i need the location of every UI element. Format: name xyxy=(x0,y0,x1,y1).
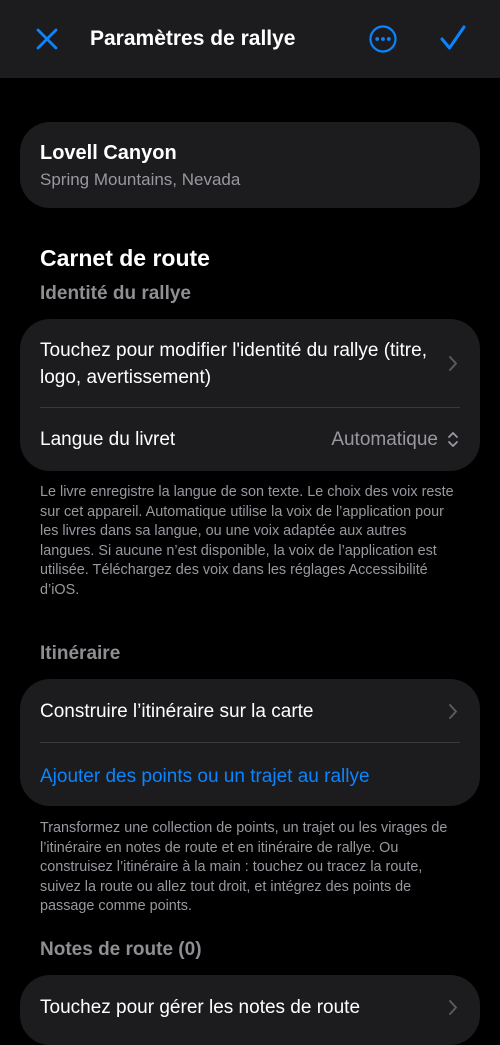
nav-title: Paramètres de rallye xyxy=(90,27,296,50)
identity-card: Touchez pour modifier l'identité du rall… xyxy=(20,319,480,471)
itinerary-card: Construire l’itinéraire sur la carte Ajo… xyxy=(20,679,480,806)
itinerary-footnote: Transformez une collection de points, un… xyxy=(40,820,448,914)
location-card[interactable]: Lovell Canyon Spring Mountains, Nevada xyxy=(20,122,480,208)
add-points-link[interactable]: Ajouter des points ou un trajet au rally… xyxy=(40,763,370,790)
route-notes-section-header: Notes de route (0) xyxy=(40,939,202,960)
booklet-language-value: Automatique xyxy=(331,429,438,450)
itinerary-section-header: Itinéraire xyxy=(40,643,121,664)
checkmark-icon[interactable] xyxy=(437,22,469,54)
location-name: Lovell Canyon xyxy=(40,142,177,164)
chevron-right-icon xyxy=(449,704,457,719)
xmark-icon[interactable] xyxy=(33,25,61,53)
chevron-right-icon xyxy=(449,356,457,371)
identity-section-header: Identité du rallye xyxy=(40,283,191,304)
navigation-bar: Paramètres de rallye xyxy=(0,0,500,78)
roadbook-title: Carnet de route xyxy=(40,245,210,271)
manage-route-notes-label: Touchez pour gérer les notes de route xyxy=(40,997,361,1018)
build-itinerary-label: Construire l’itinéraire sur la carte xyxy=(40,701,314,722)
booklet-language-label: Langue du livret xyxy=(40,429,176,450)
edit-identity-label: Touchez pour modifier l'identité du rall… xyxy=(40,340,427,388)
chevron-up-down-icon xyxy=(448,432,458,447)
manage-route-notes-row[interactable]: Touchez pour gérer les notes de route xyxy=(20,975,480,1045)
location-region: Spring Mountains, Nevada xyxy=(40,170,241,189)
language-footnote: Le livre enregistre la langue de son tex… xyxy=(40,484,454,598)
edit-identity-row[interactable]: Touchez pour modifier l'identité du rall… xyxy=(20,319,480,407)
ellipsis-circle-icon[interactable] xyxy=(368,24,398,54)
route-notes-card: Touchez pour gérer les notes de route xyxy=(20,975,480,1045)
booklet-language-row[interactable]: Langue du livret Automatique xyxy=(20,408,480,471)
build-itinerary-row[interactable]: Construire l’itinéraire sur la carte xyxy=(20,679,480,742)
chevron-right-icon xyxy=(449,1000,457,1015)
divider xyxy=(40,742,460,743)
